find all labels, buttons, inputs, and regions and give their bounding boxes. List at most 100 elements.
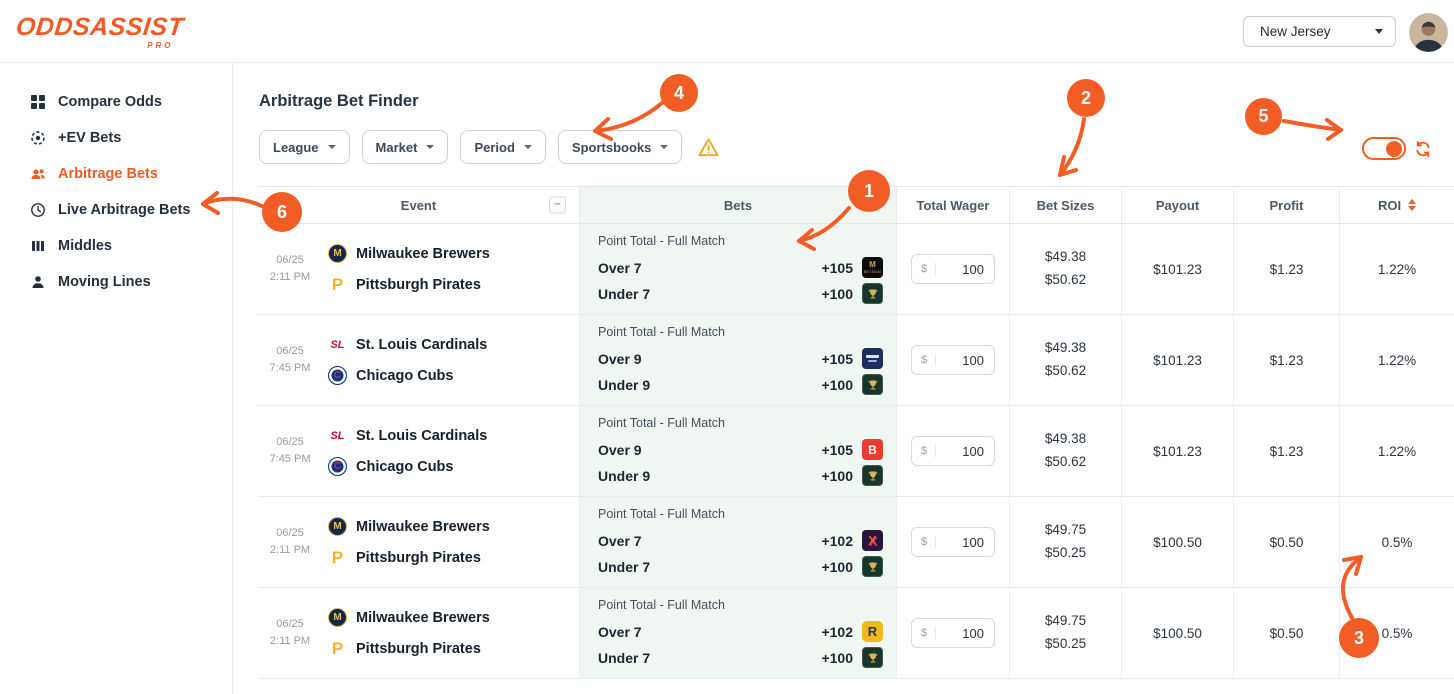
annotation-3: 3: [1339, 618, 1379, 658]
profit-cell: $0.50: [1234, 588, 1340, 678]
annotation-2: 2: [1067, 79, 1105, 117]
currency-symbol: $: [921, 354, 936, 366]
bet-label: Under 7: [598, 559, 812, 575]
top-header: ODDSASSIST PRO New Jersey: [0, 0, 1454, 63]
bet-line: Over 7 +102: [598, 621, 883, 642]
team-row: Pittsburgh Pirates: [328, 639, 490, 658]
sportsbook-trophy-icon[interactable]: [862, 556, 883, 577]
bet-sizes-cell: $49.38 $50.62: [1010, 315, 1122, 405]
chevron-down-icon: [660, 145, 668, 149]
arbitrage-table: Event Bets Total Wager Bet Sizes Payout …: [258, 186, 1454, 679]
event-date: 06/25: [264, 616, 316, 633]
total-wager-input[interactable]: $ 100: [911, 527, 995, 557]
column-header-payout: Payout: [1122, 187, 1234, 223]
filter-label: Market: [376, 140, 418, 155]
team-name: Chicago Cubs: [356, 368, 453, 384]
event-date: 06/25: [264, 252, 316, 269]
column-header-roi[interactable]: ROI: [1340, 187, 1454, 223]
user-avatar[interactable]: [1409, 13, 1448, 52]
refresh-icon: [1414, 140, 1432, 158]
column-header-event: Event: [258, 187, 580, 223]
filter-sportsbooks-dropdown[interactable]: Sportsbooks: [558, 130, 682, 164]
sportsbook-trophy-icon[interactable]: [862, 374, 883, 395]
team-name: Pittsburgh Pirates: [356, 277, 481, 293]
filter-label: Period: [474, 140, 514, 155]
bet-line: Over 7 +102: [598, 530, 883, 551]
warning-icon[interactable]: [697, 136, 720, 159]
bet-odds: +100: [821, 559, 853, 575]
wager-value: 100: [936, 444, 984, 459]
sportsbook-trophy-icon[interactable]: [862, 647, 883, 668]
total-wager-cell: $ 100: [897, 315, 1010, 405]
sidebar-item-arbitrage-bets[interactable]: Arbitrage Bets: [0, 156, 232, 192]
collapse-column-icon[interactable]: [549, 197, 566, 214]
team-row: Milwaukee Brewers: [328, 608, 490, 627]
event-time: 2:11 PM: [264, 633, 316, 650]
annotation-5: 5: [1245, 98, 1282, 135]
sportsbook-rebet-icon[interactable]: [862, 621, 883, 642]
bet-odds: +102: [821, 533, 853, 549]
page-title: Arbitrage Bet Finder: [259, 92, 419, 111]
auto-refresh-toggle[interactable]: [1362, 137, 1406, 160]
sidebar-item-middles[interactable]: Middles: [0, 228, 232, 264]
event-cell: 06/25 7:45 PM St. Louis Cardinals Chicag…: [258, 315, 580, 405]
pirates-logo-icon: [328, 639, 347, 658]
bets-cell: Point Total - Full Match Over 7 +102 Und…: [580, 588, 897, 678]
sidebar-item-moving-lines[interactable]: Moving Lines: [0, 264, 232, 300]
bet-odds: +105: [821, 442, 853, 458]
sportsbook-navy-icon[interactable]: [862, 348, 883, 369]
sidebar-item-live-arbitrage-bets[interactable]: Live Arbitrage Bets: [0, 192, 232, 228]
total-wager-input[interactable]: $ 100: [911, 618, 995, 648]
event-time: 7:45 PM: [264, 451, 316, 468]
annotation-6: 6: [262, 192, 302, 232]
bet-label: Over 9: [598, 351, 812, 367]
brand-sub: PRO: [16, 41, 184, 50]
total-wager-input[interactable]: $ 100: [911, 254, 995, 284]
filter-bar: League Market Period Sportsbooks: [259, 130, 720, 164]
team-row: Chicago Cubs: [328, 457, 487, 476]
column-header-bet-sizes: Bet Sizes: [1010, 187, 1122, 223]
sidebar-item-compare-odds[interactable]: Compare Odds: [0, 84, 232, 120]
brand-logo[interactable]: ODDSASSIST PRO: [16, 15, 184, 50]
event-time: 2:11 PM: [264, 542, 316, 559]
bet-sizes-cell: $49.38 $50.62: [1010, 224, 1122, 314]
bet-label: Under 7: [598, 286, 812, 302]
brewers-logo-icon: [328, 517, 347, 536]
annotation-4: 4: [660, 74, 698, 112]
profit-cell: $0.50: [1234, 497, 1340, 587]
bet-line: Under 9 +100: [598, 374, 883, 395]
currency-symbol: $: [921, 263, 936, 275]
bet-line: Over 7 +105: [598, 257, 883, 278]
table-row: 06/25 2:11 PM Milwaukee Brewers Pittsbur…: [258, 497, 1454, 588]
team-name: St. Louis Cardinals: [356, 428, 487, 444]
filter-league-dropdown[interactable]: League: [259, 130, 350, 164]
sidebar-item-ev-bets[interactable]: +EV Bets: [0, 120, 232, 156]
table-row: 06/25 7:45 PM St. Louis Cardinals Chicag…: [258, 315, 1454, 406]
team-row: Pittsburgh Pirates: [328, 548, 490, 567]
toggle-knob: [1386, 141, 1402, 157]
chevron-down-icon: [328, 145, 336, 149]
filter-period-dropdown[interactable]: Period: [460, 130, 545, 164]
filter-market-dropdown[interactable]: Market: [362, 130, 449, 164]
sportsbook-trophy-icon[interactable]: [862, 283, 883, 304]
market-label: Point Total - Full Match: [598, 598, 883, 612]
profit-cell: $1.23: [1234, 224, 1340, 314]
event-time: 7:45 PM: [264, 360, 316, 377]
sportsbook-trophy-icon[interactable]: [862, 465, 883, 486]
sportsbook-bovada-icon[interactable]: [862, 439, 883, 460]
bet-line: Under 7 +100: [598, 556, 883, 577]
team-row: Pittsburgh Pirates: [328, 275, 490, 294]
bet-label: Under 7: [598, 650, 812, 666]
target-icon: [30, 130, 46, 146]
refresh-button[interactable]: [1414, 140, 1432, 158]
total-wager-input[interactable]: $ 100: [911, 436, 995, 466]
sportsbook-purplex-icon[interactable]: [862, 530, 883, 551]
cubs-logo-icon: [328, 457, 347, 476]
sportsbook-betmgm-icon[interactable]: [862, 257, 883, 278]
bet-line: Under 7 +100: [598, 283, 883, 304]
total-wager-input[interactable]: $ 100: [911, 345, 995, 375]
bets-cell: Point Total - Full Match Over 7 +102 Und…: [580, 497, 897, 587]
payout-cell: $100.50: [1122, 497, 1234, 587]
cubs-logo-icon: [328, 366, 347, 385]
region-selector[interactable]: New Jersey: [1243, 16, 1396, 47]
